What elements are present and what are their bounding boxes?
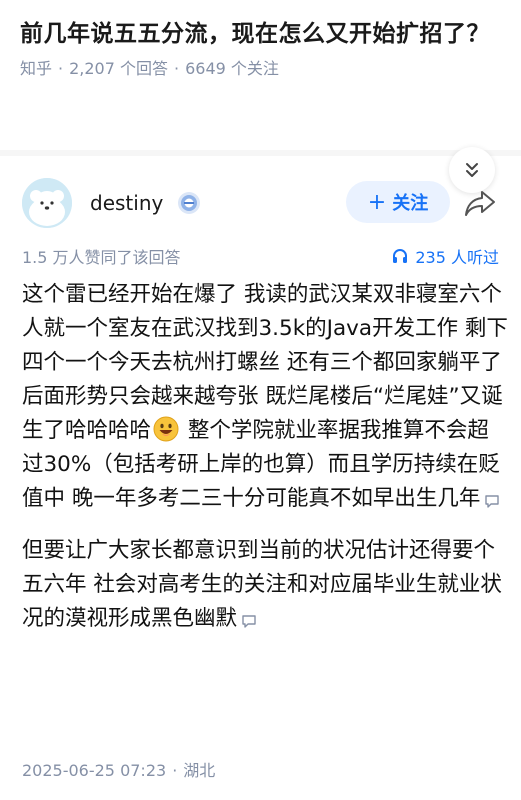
answers-count[interactable]: 2,207 个回答 [69,59,168,78]
answer-stats: 1.5 万人赞同了该回答 235 人听过 [22,244,499,268]
post-datetime: 2025-06-25 07:23 [22,761,167,780]
section-divider [0,150,521,156]
author-row: destiny + 关注 [22,176,502,230]
question-title[interactable]: 前几年说五五分流，现在怎么又开始扩招了？ [20,14,501,54]
answer-text-2: 但要让广大家长都意识到当前的状况估计还得要个五六年 社会对高考生的关注和对应届毕… [22,538,502,631]
avatar[interactable] [22,178,72,228]
answer-body: 这个雷已经开始在爆了 我读的武汉某双非寝室六个人就一个室友在武汉找到3.5k的J… [22,278,508,636]
answer-paragraph-1: 这个雷已经开始在爆了 我读的武汉某双非寝室六个人就一个室友在武汉找到3.5k的J… [22,278,508,516]
question-header: 前几年说五五分流，现在怎么又开始扩招了？ 知乎 · 2,207 个回答 · 6649 个… [0,0,521,80]
share-icon[interactable] [463,188,497,218]
badge-icon [178,192,200,214]
author-name[interactable]: destiny [90,190,163,216]
follow-label: 关注 [392,193,429,214]
answer-paragraph-2: 但要让广大家长都意识到当前的状况估计还得要个五六年 社会对高考生的关注和对应届毕… [22,534,508,636]
plus-icon: + [367,189,387,215]
listen-button[interactable]: 235 人听过 [391,244,499,268]
grinning-emoji-icon [153,416,179,442]
listen-count: 235 人听过 [415,248,499,267]
likes-count: 1.5 万人赞同了该回答 [22,248,181,267]
bear-avatar-icon [22,178,72,228]
headphones-icon [393,249,408,263]
follow-button[interactable]: + 关注 [346,181,450,223]
comment-icon[interactable] [241,614,257,628]
followers-count[interactable]: 6649 个关注 [185,59,279,78]
post-location: 湖北 [183,761,216,780]
source-label: 知乎 [20,59,53,78]
answer-footer: 2025-06-25 07:23 · 湖北 [22,761,216,780]
question-meta: 知乎 · 2,207 个回答 · 6649 个关注 [20,59,279,78]
comment-icon[interactable] [484,494,500,508]
